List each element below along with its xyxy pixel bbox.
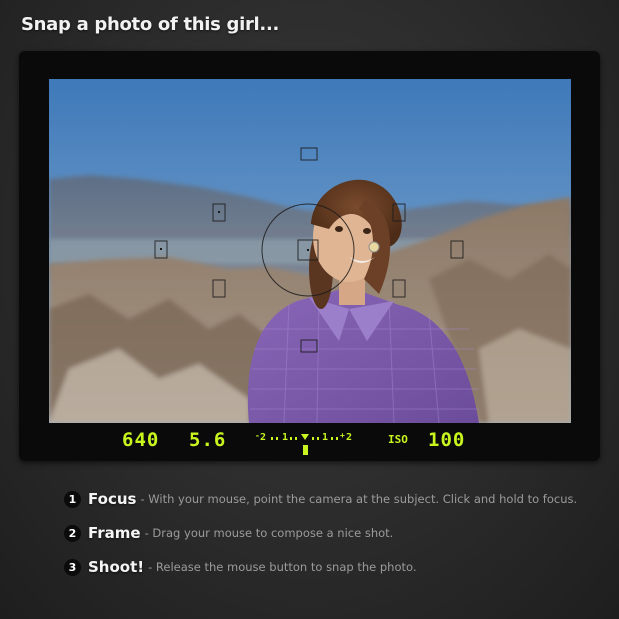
exposure-meter: - 2 1 1 + 2 (255, 431, 352, 455)
meter-label-plus2: 2 (346, 432, 352, 443)
exposure-indicator-bar (303, 445, 308, 455)
step-number-badge: 2 (64, 524, 81, 542)
meter-plus-sign: + (340, 431, 345, 440)
step-description: - Release the mouse button to snap the p… (148, 560, 417, 574)
step-title: Shoot! (88, 558, 145, 576)
step-title: Focus (88, 490, 137, 508)
step-number-badge: 3 (64, 558, 81, 576)
meter-center-marker (301, 434, 309, 440)
meter-label-minus2: 2 (260, 432, 266, 443)
camera-viewfinder-frame: 640 5.6 - 2 1 1 + 2 ISO 100 (19, 51, 600, 461)
shutter-speed-readout: 640 (122, 429, 160, 451)
step-description: - Drag your mouse to compose a nice shot… (144, 526, 394, 540)
step-description: - With your mouse, point the camera at t… (140, 492, 578, 506)
aperture-readout: 5.6 (189, 429, 227, 451)
step-shoot: 3 Shoot! - Release the mouse button to s… (64, 555, 577, 579)
page-title: Snap a photo of this girl... (21, 14, 280, 35)
instructions-list: 1 Focus - With your mouse, point the cam… (64, 487, 577, 589)
viewfinder-photo[interactable] (49, 79, 571, 423)
step-focus: 1 Focus - With your mouse, point the cam… (64, 487, 577, 511)
step-frame: 2 Frame - Drag your mouse to compose a n… (64, 521, 577, 545)
iso-readout: 100 (428, 429, 466, 451)
meter-label-minus1: 1 (282, 432, 288, 443)
meter-label-plus1: 1 (322, 432, 328, 443)
step-number-badge: 1 (64, 490, 81, 508)
step-title: Frame (88, 524, 141, 542)
iso-label: ISO (388, 433, 408, 446)
viewfinder-scene[interactable] (49, 79, 571, 423)
